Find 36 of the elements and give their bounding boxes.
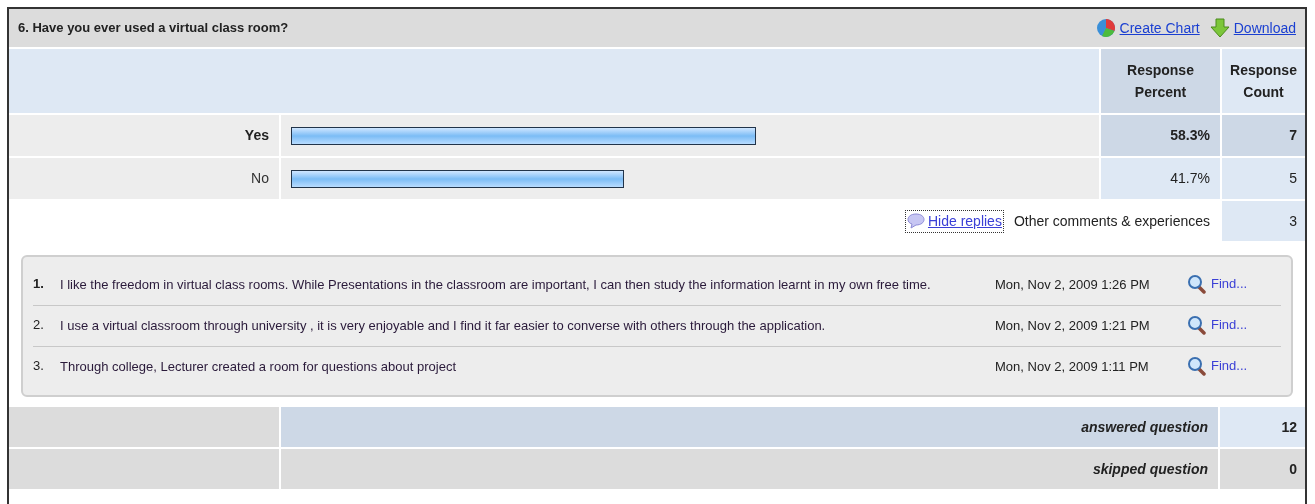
down-arrow-icon [1209, 18, 1230, 38]
column-header: Response Count [1222, 49, 1305, 113]
reply-number: 3. [33, 357, 45, 375]
percent-cell: 58.3% [1101, 115, 1220, 156]
download-link[interactable]: Download [1209, 17, 1296, 39]
find-link[interactable]: Find... [1187, 356, 1248, 376]
magnifier-icon [1187, 315, 1207, 335]
reply-number: 2. [33, 316, 45, 334]
reply-number: 1. [33, 275, 45, 293]
pie-chart-icon [1095, 18, 1116, 38]
summary-label: skipped question [281, 449, 1218, 489]
column-header: Response Percent [1101, 49, 1220, 113]
reply-date: Mon, Nov 2, 2009 1:11 PM [995, 358, 1150, 376]
answer-label: No [9, 158, 279, 199]
find-link[interactable]: Find... [1187, 274, 1248, 294]
magnifier-icon [1187, 356, 1207, 376]
reply-date: Mon, Nov 2, 2009 1:21 PM [995, 317, 1151, 335]
hide-replies-toggle[interactable]: Hide replies [904, 209, 1004, 233]
find-link[interactable]: Find... [1187, 315, 1248, 335]
speech-bubble-icon [906, 213, 925, 229]
reply-text: I use a virtual classroom through university , it is very enjoyable and I find it far easier to converse with others through the application. [60, 317, 827, 335]
count-cell: 7 [1222, 115, 1305, 156]
summary-value: 12 [1220, 407, 1305, 447]
reply-text: Through college, Lecturer created a room for questions about project [60, 358, 457, 376]
question-title: 6. Have you ever used a virtual class room? [18, 19, 289, 38]
count-cell: 5 [1222, 158, 1305, 199]
create-chart-link[interactable]: Create Chart [1095, 17, 1200, 39]
percent-cell: 41.7% [1101, 158, 1220, 199]
magnifier-icon [1187, 274, 1207, 294]
reply-date: Mon, Nov 2, 2009 1:26 PM [995, 276, 1151, 294]
answer-label: Yes [9, 115, 279, 156]
other-label: Other comments & experiences [1013, 211, 1210, 231]
summary-value: 0 [1220, 449, 1305, 489]
reply-text: I like the freedom in virtual class rooms. While Presentations in the classroom are important, I can then study the information learnt in my own free time. [60, 276, 932, 294]
summary-label: answered question [281, 407, 1218, 447]
count-cell: 3 [1222, 201, 1305, 241]
